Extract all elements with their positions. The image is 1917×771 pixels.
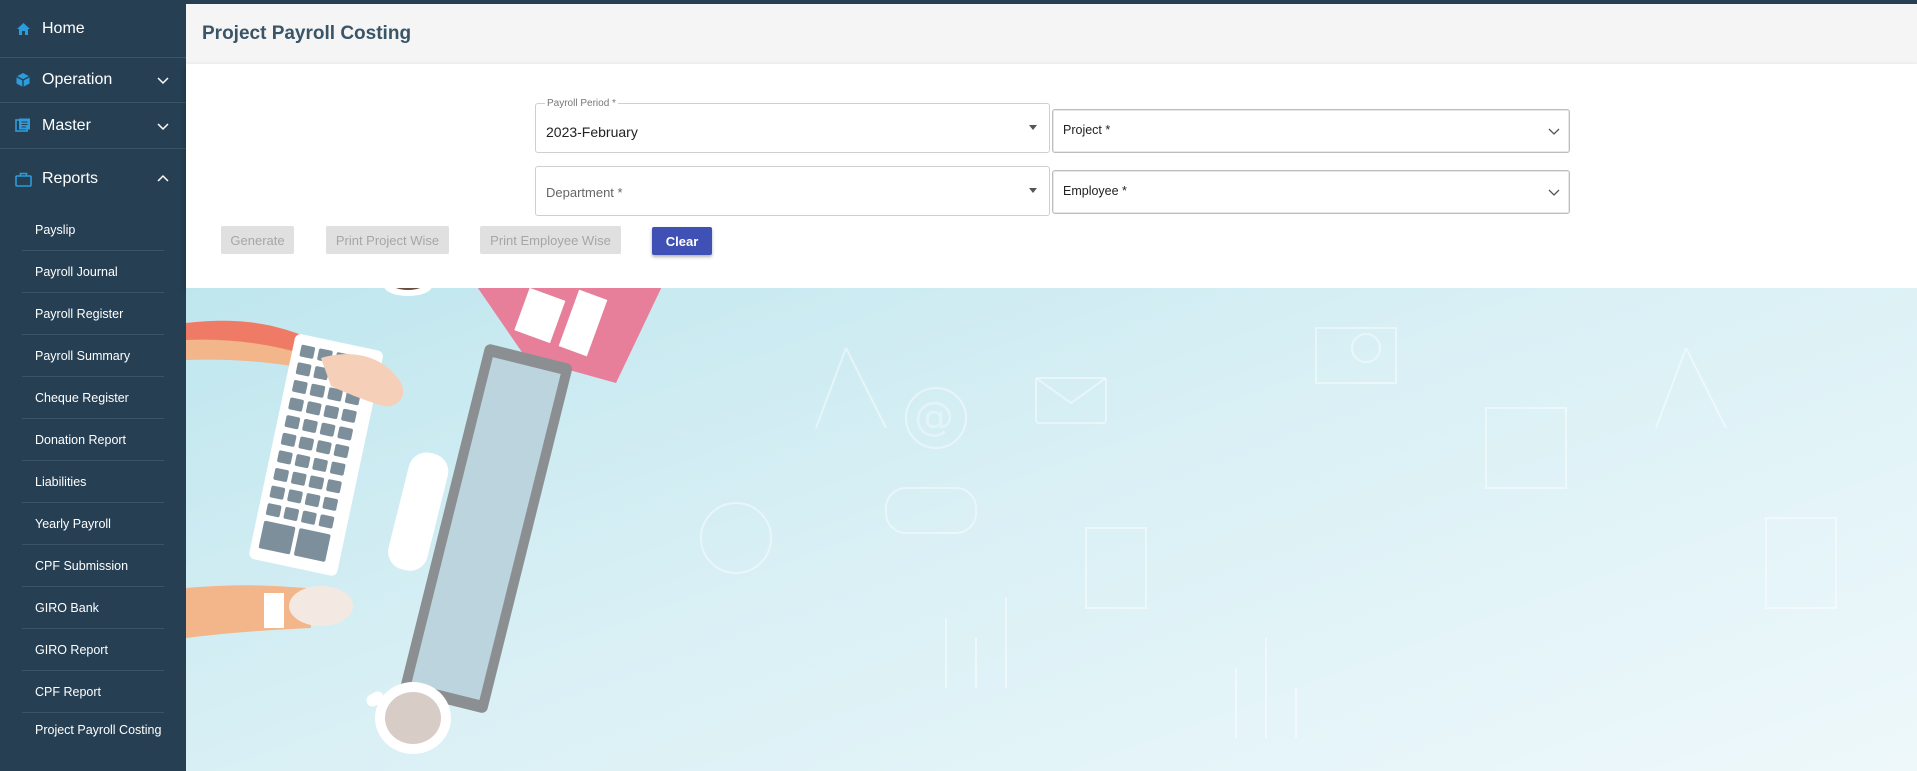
sidebar-item-yearly-payroll[interactable]: Yearly Payroll bbox=[22, 503, 164, 545]
sidebar-item-reports[interactable]: Reports bbox=[0, 149, 186, 209]
background-illustration: @ bbox=[186, 288, 1917, 771]
sidebar-item-giro-report[interactable]: GIRO Report bbox=[22, 629, 164, 671]
home-icon bbox=[14, 20, 32, 38]
reports-submenu: Payslip Payroll Journal Payroll Register… bbox=[0, 209, 186, 769]
payroll-period-value: 2023-February bbox=[546, 124, 638, 140]
sidebar-item-cheque-register[interactable]: Cheque Register bbox=[22, 377, 164, 419]
form-card: Payroll Period * 2023-February Project *… bbox=[186, 64, 1917, 288]
sidebar: Home Operation Master Reports Payslip Pa… bbox=[0, 0, 186, 771]
sidebar-item-label: Home bbox=[42, 19, 85, 37]
payroll-period-select[interactable]: Payroll Period * 2023-February bbox=[535, 98, 1050, 153]
print-project-wise-button[interactable]: Print Project Wise bbox=[326, 226, 449, 254]
generate-button[interactable]: Generate bbox=[221, 226, 294, 254]
sidebar-item-cpf-report[interactable]: CPF Report bbox=[22, 671, 164, 713]
briefcase-icon bbox=[14, 170, 32, 188]
sidebar-item-home[interactable]: Home bbox=[0, 0, 186, 58]
caret-down-icon bbox=[1029, 125, 1037, 130]
sidebar-item-payroll-summary[interactable]: Payroll Summary bbox=[22, 335, 164, 377]
payroll-period-label: Payroll Period * bbox=[545, 98, 618, 109]
chevron-down-icon bbox=[157, 77, 169, 85]
chevron-down-icon bbox=[1548, 128, 1560, 135]
department-select[interactable]: Department * bbox=[535, 166, 1050, 216]
employee-label: Employee * bbox=[1063, 184, 1127, 198]
chevron-down-icon bbox=[157, 122, 169, 130]
page-header: Project Payroll Costing bbox=[186, 4, 1917, 64]
sidebar-item-donation-report[interactable]: Donation Report bbox=[22, 419, 164, 461]
caret-down-icon bbox=[1029, 188, 1037, 193]
sidebar-item-label: Reports bbox=[42, 170, 99, 187]
employee-select[interactable]: Employee * bbox=[1052, 170, 1570, 214]
workspace-illustration: @ bbox=[186, 288, 1837, 754]
sidebar-item-project-payroll-costing[interactable]: Project Payroll Costing bbox=[22, 713, 164, 769]
cube-icon bbox=[14, 71, 32, 89]
print-employee-wise-button[interactable]: Print Employee Wise bbox=[480, 226, 621, 254]
sidebar-item-label: Operation bbox=[42, 71, 113, 88]
svg-text:@: @ bbox=[914, 394, 954, 440]
sidebar-item-payslip[interactable]: Payslip bbox=[22, 209, 164, 251]
project-select[interactable]: Project * bbox=[1052, 109, 1570, 153]
sidebar-item-cpf-submission[interactable]: CPF Submission bbox=[22, 545, 164, 587]
sidebar-item-giro-bank[interactable]: GIRO Bank bbox=[22, 587, 164, 629]
clear-button[interactable]: Clear bbox=[652, 227, 712, 255]
sidebar-item-label: Master bbox=[42, 116, 91, 134]
page-title: Project Payroll Costing bbox=[202, 23, 412, 44]
book-icon bbox=[14, 117, 32, 135]
sidebar-item-payroll-journal[interactable]: Payroll Journal bbox=[22, 251, 164, 293]
sidebar-item-payroll-register[interactable]: Payroll Register bbox=[22, 293, 164, 335]
department-label: Department * bbox=[546, 185, 623, 200]
chevron-down-icon bbox=[1548, 189, 1560, 196]
chevron-up-icon bbox=[157, 174, 169, 182]
sidebar-item-liabilities[interactable]: Liabilities bbox=[22, 461, 164, 503]
sidebar-item-master[interactable]: Master bbox=[0, 103, 186, 149]
project-label: Project * bbox=[1063, 123, 1111, 137]
sidebar-item-operation[interactable]: Operation bbox=[0, 58, 186, 103]
